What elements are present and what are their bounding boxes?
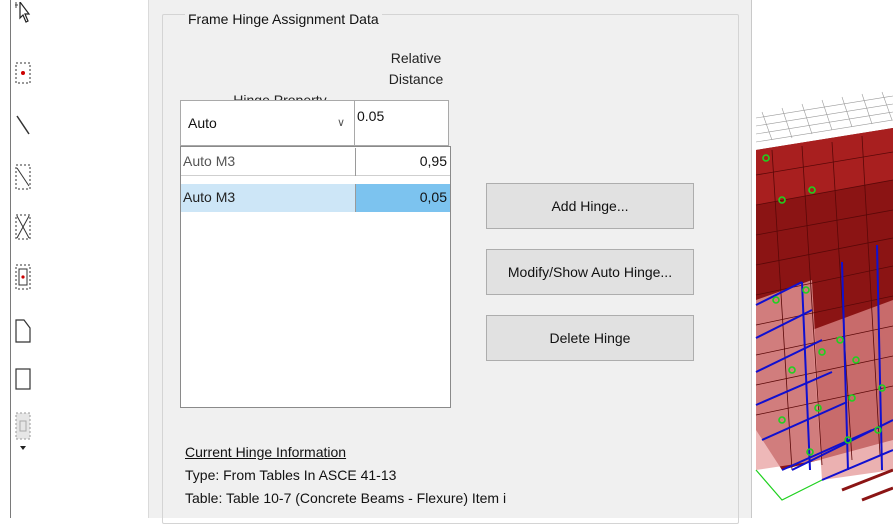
left-toolbar — [0, 0, 44, 518]
hinge-property-cell: Auto M3 — [183, 189, 236, 205]
add-hinge-button[interactable]: Add Hinge... — [486, 183, 694, 229]
relative-distance-cell: 0,05 — [355, 184, 450, 212]
pointer-icon[interactable] — [12, 0, 34, 26]
hinge-type-text: Type: From Tables In ASCE 41-13 — [185, 467, 397, 483]
hinge-list[interactable]: Auto M3 0,95 Auto M3 0,05 — [180, 146, 451, 408]
window-select-icon[interactable] — [12, 164, 34, 190]
relative-distance-input[interactable]: 0.05 — [355, 100, 449, 146]
model-3d-view[interactable] — [752, 0, 893, 518]
chevron-down-icon[interactable]: ∨ — [337, 116, 345, 129]
table-row-selected[interactable]: Auto M3 0,05 — [181, 184, 450, 212]
relative-distance-value: 0.05 — [357, 108, 385, 124]
line-icon[interactable] — [12, 112, 34, 138]
more-tools-icon[interactable] — [12, 412, 34, 452]
hinge-property-value: Auto — [188, 115, 217, 131]
toolbar-edge — [10, 0, 11, 518]
modify-show-auto-hinge-button[interactable]: Modify/Show Auto Hinge... — [486, 249, 694, 295]
table-row[interactable]: Auto M3 0,95 — [181, 148, 450, 176]
hinge-property-cell: Auto M3 — [183, 153, 236, 169]
hinge-table-text: Table: Table 10-7 (Concrete Beams - Flex… — [185, 490, 507, 506]
crossing-select-icon[interactable] — [12, 214, 34, 240]
relative-header-line1: Relative — [390, 50, 442, 66]
frame-hinge-dialog: Frame Hinge Assignment Data Hinge Proper… — [148, 0, 752, 524]
rectangle-icon[interactable] — [12, 366, 34, 392]
group-title: Frame Hinge Assignment Data — [185, 10, 382, 28]
frame-select-icon[interactable] — [12, 264, 34, 290]
delete-hinge-button[interactable]: Delete Hinge — [486, 315, 694, 361]
structure-model-graphic — [755, 91, 893, 518]
current-hinge-info-heading: Current Hinge Information — [185, 444, 347, 460]
area-icon[interactable] — [12, 318, 34, 344]
relative-distance-cell: 0,95 — [355, 148, 450, 176]
relative-header-line2: Distance — [388, 71, 444, 87]
hinge-property-select[interactable]: Auto ∨ — [180, 100, 355, 146]
point-select-icon[interactable] — [12, 60, 34, 86]
